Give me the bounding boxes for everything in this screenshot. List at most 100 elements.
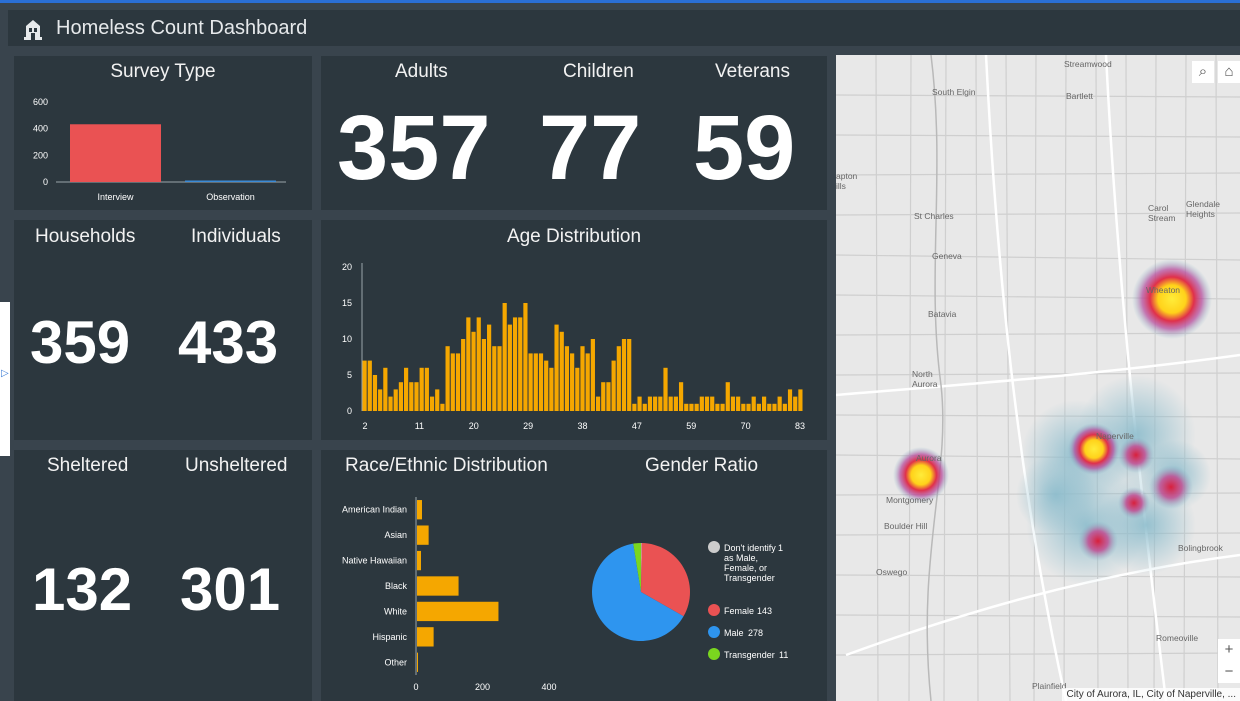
age-bar [450, 353, 455, 411]
age-bar [642, 403, 647, 411]
map-label-aurora: Aurora [916, 453, 942, 463]
app-header: Homeless Count Dashboard [8, 10, 1240, 46]
age-x-tick: 29 [523, 421, 533, 431]
race-bar [417, 525, 429, 545]
veterans-value: 59 [693, 97, 796, 199]
survey-x-tick: Observation [206, 192, 255, 202]
race-y-tick: Native Hawaiian [342, 556, 407, 566]
age-bar [793, 396, 798, 411]
age-bar [538, 353, 544, 411]
survey-type-panel: Survey Type 600 400 200 0 Interview Observati… [14, 56, 312, 210]
age-bar [502, 303, 507, 411]
age-bar [653, 396, 658, 411]
age-bar [507, 324, 512, 411]
zoom-out-button[interactable]: − [1218, 661, 1240, 683]
age-bar [424, 367, 429, 411]
age-bar [673, 396, 678, 411]
search-icon: ⌕ [1198, 63, 1208, 80]
race-bar [417, 601, 499, 622]
map-label-glendale-heights: Glendale [1186, 199, 1220, 209]
age-y-tick: 0 [347, 406, 352, 416]
age-bar [409, 382, 414, 411]
map-label-bartlett: Bartlett [1066, 91, 1094, 101]
age-y-tick: 10 [342, 334, 352, 344]
age-bar [362, 360, 367, 411]
sheltered-value: 132 [32, 556, 133, 623]
age-bar [590, 339, 595, 411]
legend-label-unidentified: Don't identify as Male, Female, or Trans… [724, 543, 776, 583]
age-bar [398, 382, 404, 411]
households-value: 359 [30, 309, 131, 376]
map-canvas[interactable]: Streamwood South Elgin Bartlett St Charles C… [836, 55, 1240, 701]
age-bar [481, 339, 487, 411]
map-label-carol-stream-line2: Stream [1148, 213, 1175, 223]
race-y-tick: Black [385, 581, 408, 591]
map-home-button[interactable]: ⌂ [1218, 61, 1240, 83]
age-bar [487, 324, 492, 411]
race-bar [417, 627, 434, 647]
age-bar [741, 403, 746, 411]
age-bar [746, 403, 751, 411]
race-x-tick: 400 [541, 682, 556, 692]
side-panel-toggle[interactable]: ▷ [0, 302, 10, 456]
age-bar [383, 367, 388, 411]
race-y-tick: White [384, 606, 407, 616]
age-bar [606, 382, 611, 411]
age-bar [715, 403, 720, 411]
race-chart: American Indian Asian Native Hawaiian Black… [342, 497, 557, 692]
map-label-naperville: Naperville [1096, 431, 1134, 441]
survey-bar-interview [70, 124, 161, 182]
map-label-streamwood: Streamwood [1064, 59, 1112, 69]
individuals-value: 433 [178, 309, 279, 376]
legend-swatch-female [708, 604, 720, 616]
map-label-north-aurora-line2: Aurora [912, 379, 938, 389]
age-bar [777, 396, 782, 411]
age-bar [367, 360, 372, 411]
age-x-tick: 70 [741, 421, 751, 431]
race-bar [417, 652, 418, 672]
map-label-bolingbrook: Bolingbrook [1178, 543, 1224, 553]
race-bar [417, 576, 459, 596]
age-bar [544, 360, 549, 411]
age-bar [782, 403, 787, 411]
age-bar [512, 317, 518, 411]
legend-value-transgender: 11 [779, 650, 789, 660]
age-bar [658, 396, 663, 411]
map-label-montgomery: Montgomery [886, 495, 934, 505]
age-bar [497, 346, 502, 411]
age-bar [440, 403, 445, 411]
legend-swatch-unidentified [708, 541, 720, 553]
age-bar [627, 339, 632, 411]
age-x-tick: 47 [632, 421, 642, 431]
adults-label: Adults [395, 61, 448, 82]
age-bar [632, 403, 637, 411]
age-bar [637, 396, 642, 411]
race-gender-panel: Race/Ethnic Distribution Gender Ratio Am… [321, 450, 827, 701]
age-bar [466, 317, 471, 411]
map-search-button[interactable]: ⌕ [1192, 61, 1214, 83]
map-view[interactable]: Streamwood South Elgin Bartlett St Charles C… [836, 55, 1240, 701]
map-label-oswego: Oswego [876, 567, 907, 577]
age-x-tick: 38 [577, 421, 587, 431]
age-bar [611, 360, 616, 411]
top-accent-line [0, 0, 1240, 3]
age-y-tick: 5 [347, 370, 352, 380]
map-label-batavia: Batavia [928, 309, 957, 319]
age-bar [710, 396, 715, 411]
age-bar [471, 331, 476, 411]
age-bar [461, 339, 466, 411]
age-bar [720, 403, 725, 411]
age-bar [575, 367, 580, 411]
age-bar [492, 346, 497, 411]
chevron-right-icon: ▷ [1, 368, 9, 379]
age-bar [767, 403, 772, 411]
age-bar [678, 382, 684, 411]
legend-value-unidentified: 1 [778, 543, 784, 553]
survey-y-tick: 0 [43, 177, 48, 187]
race-y-tick: Other [384, 657, 407, 667]
map-label-carol-stream: Carol [1148, 203, 1168, 213]
age-y-tick: 15 [342, 298, 352, 308]
age-bar [595, 396, 601, 411]
zoom-in-button[interactable]: + [1218, 639, 1240, 661]
map-label-apton: apton [836, 171, 858, 181]
